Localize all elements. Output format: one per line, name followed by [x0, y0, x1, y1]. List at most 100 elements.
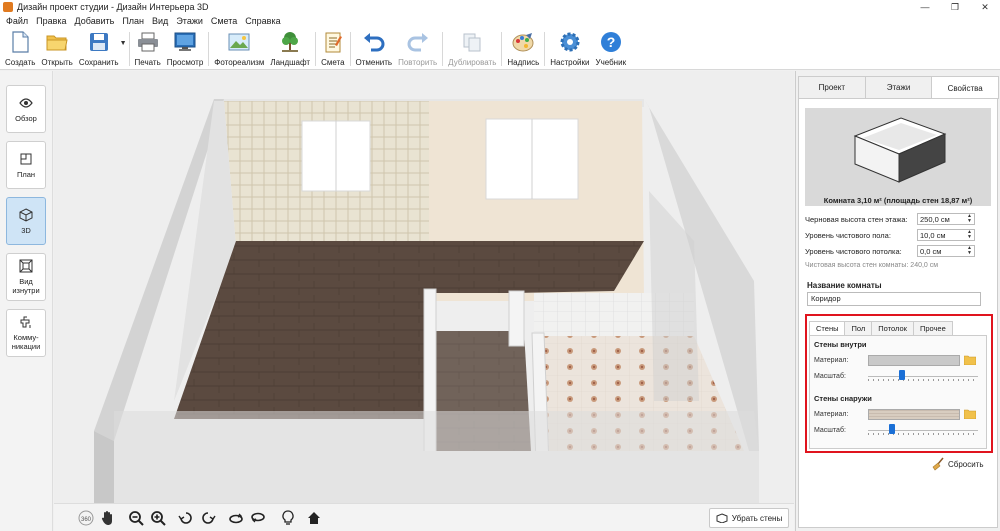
room-name-label: Название комнаты: [807, 281, 882, 290]
inside-view-button[interactable]: Вид изнутри: [6, 253, 46, 301]
highlight-frame: [805, 314, 993, 453]
paint-palette-icon: [512, 31, 534, 53]
monitor-icon: [174, 31, 196, 53]
folder-icon: [46, 31, 68, 53]
photorealism-button[interactable]: Фотореализм: [211, 28, 267, 68]
room-box-icon: [853, 117, 947, 183]
caption-button[interactable]: Надпись: [504, 28, 542, 68]
save-dropdown-arrow[interactable]: ▼: [120, 40, 127, 47]
remove-walls-button[interactable]: Убрать стены: [709, 508, 789, 528]
menu-floors[interactable]: Этажи: [172, 14, 207, 28]
toolbar-separator: [208, 32, 210, 66]
undo-icon: [363, 31, 385, 53]
tab-floors[interactable]: Этажи: [864, 76, 933, 98]
estimate-button[interactable]: Смета: [318, 28, 347, 68]
clean-height-note: Чистовая высота стен комнаты: 240,0 см: [805, 262, 939, 269]
rotate-right-icon[interactable]: [200, 510, 216, 526]
picture-icon: [228, 31, 250, 53]
title-bar: Дизайн проект студии - Дизайн Интерьера …: [0, 0, 1000, 14]
help-icon: ?: [600, 31, 622, 53]
create-button[interactable]: Создать: [2, 28, 38, 68]
zoom-in-icon[interactable]: [150, 510, 166, 526]
rotate-360-label: 360: [81, 517, 92, 523]
properties-content: Комната 3,10 м² (площадь стен 18,87 м²) …: [798, 98, 998, 528]
save-button[interactable]: Сохранить: [76, 28, 122, 68]
toolbar-separator: [128, 32, 130, 66]
finish-floor-level-input[interactable]: 10,0 см ▲ ▼: [917, 229, 975, 241]
menu-help[interactable]: Справка: [241, 14, 284, 28]
overview-button[interactable]: Обзор: [6, 85, 46, 133]
remove-walls-label: Убрать стены: [731, 513, 783, 523]
broom-icon: [932, 457, 944, 471]
app-icon: [3, 2, 13, 12]
3d-viewport[interactable]: [54, 71, 794, 503]
plan-button[interactable]: План: [6, 141, 46, 189]
redo-button[interactable]: Повторить: [395, 28, 440, 68]
tab-project[interactable]: Проект: [798, 76, 866, 98]
toolbar-separator: [501, 32, 503, 66]
settings-button[interactable]: Настройки: [547, 28, 592, 68]
menu-bar: Файл Правка Добавить План Вид Этажи Смет…: [0, 14, 1000, 28]
height-properties: Черновая высота стен этажа: 250,0 см ▲ ▼ У…: [805, 210, 991, 274]
svg-text:?: ?: [606, 34, 615, 50]
undo-button[interactable]: Отменить: [353, 28, 396, 68]
menu-file[interactable]: Файл: [2, 14, 32, 28]
spin-arrows-icon[interactable]: ▲ ▼: [967, 246, 972, 256]
gear-icon: [559, 31, 581, 53]
open-button[interactable]: Открыть: [38, 28, 75, 68]
zoom-out-icon[interactable]: [128, 510, 144, 526]
communications-button[interactable]: Комму-никации: [6, 309, 46, 357]
view-3d-button[interactable]: 3D: [6, 197, 46, 245]
duplicate-icon: [461, 31, 483, 53]
toolbar-separator: [442, 32, 444, 66]
tutorial-button[interactable]: ? Учебник: [592, 28, 629, 68]
floor-wall-height-input[interactable]: 250,0 см ▲ ▼: [917, 213, 975, 225]
maximize-button[interactable]: ❐: [940, 0, 970, 14]
toolbar-separator: [315, 32, 317, 66]
notepad-icon: [322, 31, 344, 53]
printer-icon: [137, 31, 159, 53]
preview-button[interactable]: Просмотр: [164, 28, 207, 68]
room-caption: Комната 3,10 м² (площадь стен 18,87 м²): [805, 196, 991, 206]
faucet-icon: [19, 315, 33, 329]
landscape-button[interactable]: Ландшафт: [267, 28, 313, 68]
tilt-up-icon[interactable]: [228, 510, 244, 526]
finish-ceiling-level-label: Уровень чистового потолка:: [805, 246, 902, 256]
reset-label: Сбросить: [948, 459, 984, 469]
toolbar-separator: [349, 32, 351, 66]
right-properties-panel: Проект Этажи Свойства Комната 3,10 м² (п…: [795, 71, 1000, 531]
menu-estimate[interactable]: Смета: [207, 14, 241, 28]
duplicate-button[interactable]: Дублировать: [445, 28, 499, 68]
close-button[interactable]: ✕: [970, 0, 1000, 14]
plan-icon: [19, 152, 33, 166]
light-bulb-icon[interactable]: [280, 510, 296, 526]
minimize-button[interactable]: —: [910, 0, 940, 14]
cube-icon: [19, 207, 33, 222]
menu-view[interactable]: Вид: [148, 14, 172, 28]
hand-pan-icon[interactable]: [100, 510, 116, 526]
menu-edit[interactable]: Правка: [32, 14, 70, 28]
reset-button[interactable]: Сбросить: [931, 457, 984, 471]
room-3d-scene: [94, 99, 759, 503]
finish-ceiling-level-input[interactable]: 0,0 см ▲ ▼: [917, 245, 975, 257]
home-icon[interactable]: [306, 510, 322, 526]
redo-icon: [407, 31, 429, 53]
tree-icon: [279, 31, 301, 53]
floor-wall-height-label: Черновая высота стен этажа:: [805, 214, 908, 224]
spin-arrows-icon[interactable]: ▲ ▼: [967, 214, 972, 224]
tilt-down-icon[interactable]: [250, 510, 266, 526]
menu-plan[interactable]: План: [118, 14, 148, 28]
window-title: Дизайн проект студии - Дизайн Интерьера …: [17, 2, 209, 12]
room-preview: [805, 108, 991, 196]
room-inside-icon: [19, 259, 33, 273]
menu-add[interactable]: Добавить: [71, 14, 119, 28]
spin-arrows-icon[interactable]: ▲ ▼: [967, 230, 972, 240]
room-name-input[interactable]: Коридор: [807, 292, 981, 306]
main-toolbar: Создать Открыть Сохранить ▼ Печать Просм…: [0, 28, 1000, 70]
new-document-icon: [9, 31, 31, 53]
tab-properties[interactable]: Свойства: [931, 76, 1000, 99]
print-button[interactable]: Печать: [132, 28, 164, 68]
toolbar-separator: [544, 32, 546, 66]
rotate-left-icon[interactable]: [178, 510, 194, 526]
rotate-360-button[interactable]: 360: [78, 510, 94, 526]
